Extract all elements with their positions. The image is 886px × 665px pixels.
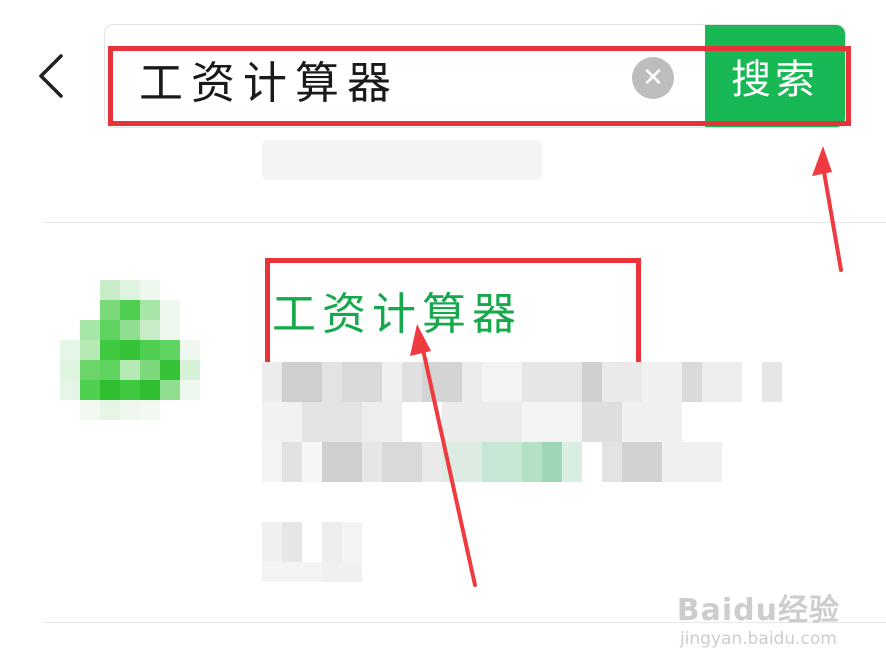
baidu-jingyan-watermark: Baidu经验 jingyan.baidu.com <box>677 585 840 649</box>
watermark-site: jingyan.baidu.com <box>679 629 837 649</box>
watermark-logo: Baidu经验 <box>676 593 840 628</box>
annotation-arrow-to-result <box>410 324 477 587</box>
